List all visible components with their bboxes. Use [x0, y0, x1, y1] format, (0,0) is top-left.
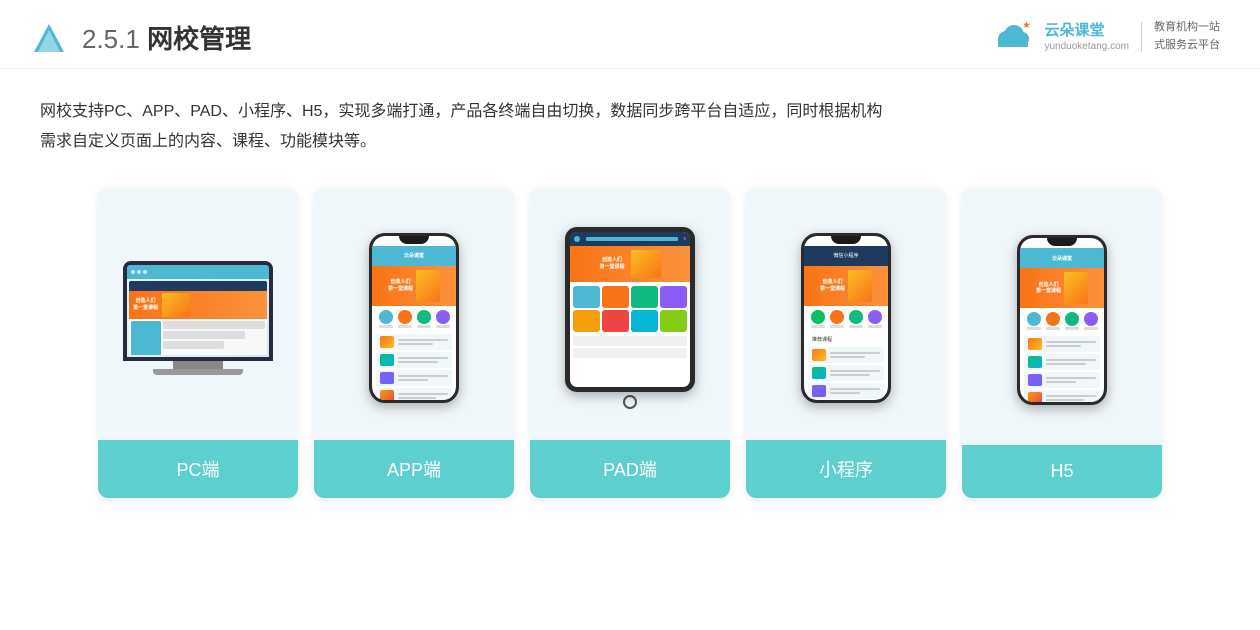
card-mini-image: 微信小程序 创造人们第一堂课程	[746, 188, 946, 440]
card-app-image: 云朵课堂 创造人们第一堂课程	[314, 188, 514, 440]
pc-stand	[173, 361, 223, 369]
phone-banner-app: 创造人们第一堂课程	[372, 266, 456, 306]
description-block: 网校支持PC、APP、PAD、小程序、H5，实现多端打通，产品各终端自由切换，数…	[0, 69, 1260, 168]
card-mini-label: 小程序	[746, 440, 946, 498]
brand-url: yunduoketang.com	[1044, 40, 1129, 53]
pc-sidebar	[131, 321, 161, 355]
brand-logo: 云朵课堂 yunduoketang.com 教育机构一站 式服务云平台	[988, 19, 1220, 55]
page-header: 2.5.1 网校管理 云朵课堂 yunduoketang.com	[0, 0, 1260, 69]
phone-banner-h5: 创造人们第一堂课程	[1020, 268, 1104, 308]
phone-cards-mini: 推荐课程	[804, 332, 888, 400]
card-pc: 创造人们第一堂课程	[98, 188, 298, 498]
phone-screen-inner-h5: 云朵课堂 创造人们第一堂课程	[1020, 238, 1104, 402]
phone-banner-text-mini: 创造人们第一堂课程	[820, 279, 845, 292]
phone-mockup-h5: 云朵课堂 创造人们第一堂课程	[1017, 235, 1107, 405]
card-h5-image: 云朵课堂 创造人们第一堂课程	[962, 188, 1162, 445]
pc-banner-text: 创造人们第一堂课程	[133, 298, 158, 312]
pc-screen-content: 创造人们第一堂课程	[129, 281, 267, 355]
logo-icon	[30, 18, 68, 56]
phone-body-h5: 云朵课堂 创造人们第一堂课程	[1017, 235, 1107, 405]
pc-screen: 创造人们第一堂课程	[127, 265, 269, 357]
brand-icon	[988, 19, 1036, 55]
card-pad: ≡ 创造人们第一堂课程	[530, 188, 730, 498]
phone-mockup-app: 云朵课堂 创造人们第一堂课程	[369, 233, 459, 403]
tablet-screen-inner: ≡ 创造人们第一堂课程	[570, 232, 690, 387]
card-h5-label: H5	[962, 445, 1162, 498]
phone-body-app: 云朵课堂 创造人们第一堂课程	[369, 233, 459, 403]
phone-cards-app	[372, 332, 456, 400]
card-app: 云朵课堂 创造人们第一堂课程	[314, 188, 514, 498]
card-h5: 云朵课堂 创造人们第一堂课程	[962, 188, 1162, 498]
description-line1: 网校支持PC、APP、PAD、小程序、H5，实现多端打通，产品各终端自由切换，数…	[40, 97, 1220, 127]
pc-banner-img	[162, 293, 190, 317]
tablet-banner: 创造人们第一堂课程	[570, 246, 690, 282]
mini-section-title: 推荐课程	[808, 334, 884, 345]
phone-header-app: 云朵课堂	[372, 246, 456, 266]
card-pad-image: ≡ 创造人们第一堂课程	[530, 188, 730, 440]
phone-cards-h5	[1020, 334, 1104, 402]
tablet-home-btn	[623, 395, 637, 409]
pc-banner: 创造人们第一堂课程	[129, 291, 267, 319]
phone-banner-img-h5	[1064, 272, 1088, 304]
cards-section: 创造人们第一堂课程	[0, 168, 1260, 528]
brand-name-text: 云朵课堂	[1044, 21, 1129, 41]
pc-body	[129, 319, 267, 355]
phone-header-mini: 微信小程序	[804, 246, 888, 266]
card-app-label: APP端	[314, 440, 514, 498]
tablet-header: ≡	[570, 232, 690, 246]
phone-header-h5: 云朵课堂	[1020, 248, 1104, 268]
card-pc-image: 创造人们第一堂课程	[98, 188, 298, 440]
tablet-mockup: ≡ 创造人们第一堂课程	[565, 227, 695, 409]
description-line2: 需求自定义页面上的内容、课程、功能模块等。	[40, 127, 1220, 157]
phone-icons-app	[372, 306, 456, 332]
tablet-rows	[570, 336, 690, 358]
phone-notch-mini	[831, 236, 861, 244]
phone-screen-app: 云朵课堂 创造人们第一堂课程	[372, 236, 456, 400]
phone-screen-mini: 微信小程序 创造人们第一堂课程	[804, 236, 888, 400]
pc-dot-1	[131, 270, 135, 274]
pc-base	[153, 369, 243, 375]
phone-icons-h5	[1020, 308, 1104, 334]
brand-slogan: 教育机构一站 式服务云平台	[1154, 19, 1220, 54]
phone-screen-inner-app: 云朵课堂 创造人们第一堂课程	[372, 236, 456, 400]
page-container: 2.5.1 网校管理 云朵课堂 yunduoketang.com	[0, 0, 1260, 630]
phone-banner-text-h5: 创造人们第一堂课程	[1036, 282, 1061, 295]
phone-notch-app	[399, 236, 429, 244]
phone-screen-inner-mini: 微信小程序 创造人们第一堂课程	[804, 236, 888, 400]
card-pad-label: PAD端	[530, 440, 730, 498]
pc-main	[163, 321, 265, 355]
pc-screen-header	[127, 265, 269, 279]
card-mini: 微信小程序 创造人们第一堂课程	[746, 188, 946, 498]
pc-dot-2	[137, 270, 141, 274]
card-pc-label: PC端	[98, 440, 298, 498]
page-title: 2.5.1 网校管理	[82, 19, 251, 56]
phone-icons-mini	[804, 306, 888, 332]
phone-screen-h5: 云朵课堂 创造人们第一堂课程	[1020, 238, 1104, 402]
phone-notch-h5	[1047, 238, 1077, 246]
tablet-screen: ≡ 创造人们第一堂课程	[570, 232, 690, 387]
tablet-grid	[570, 282, 690, 336]
phone-mockup-mini: 微信小程序 创造人们第一堂课程	[801, 233, 891, 403]
tablet-body: ≡ 创造人们第一堂课程	[565, 227, 695, 392]
phone-banner-img-app	[416, 270, 440, 302]
phone-banner-text-app: 创造人们第一堂课程	[388, 279, 413, 292]
header-left: 2.5.1 网校管理	[30, 18, 251, 56]
pc-mockup: 创造人们第一堂课程	[123, 261, 273, 375]
pc-nav	[129, 281, 267, 291]
phone-banner-mini: 创造人们第一堂课程	[804, 266, 888, 306]
pc-dot-3	[143, 270, 147, 274]
phone-banner-img-mini	[848, 270, 872, 302]
phone-body-mini: 微信小程序 创造人们第一堂课程	[801, 233, 891, 403]
brand-divider	[1141, 22, 1142, 52]
pc-monitor: 创造人们第一堂课程	[123, 261, 273, 361]
